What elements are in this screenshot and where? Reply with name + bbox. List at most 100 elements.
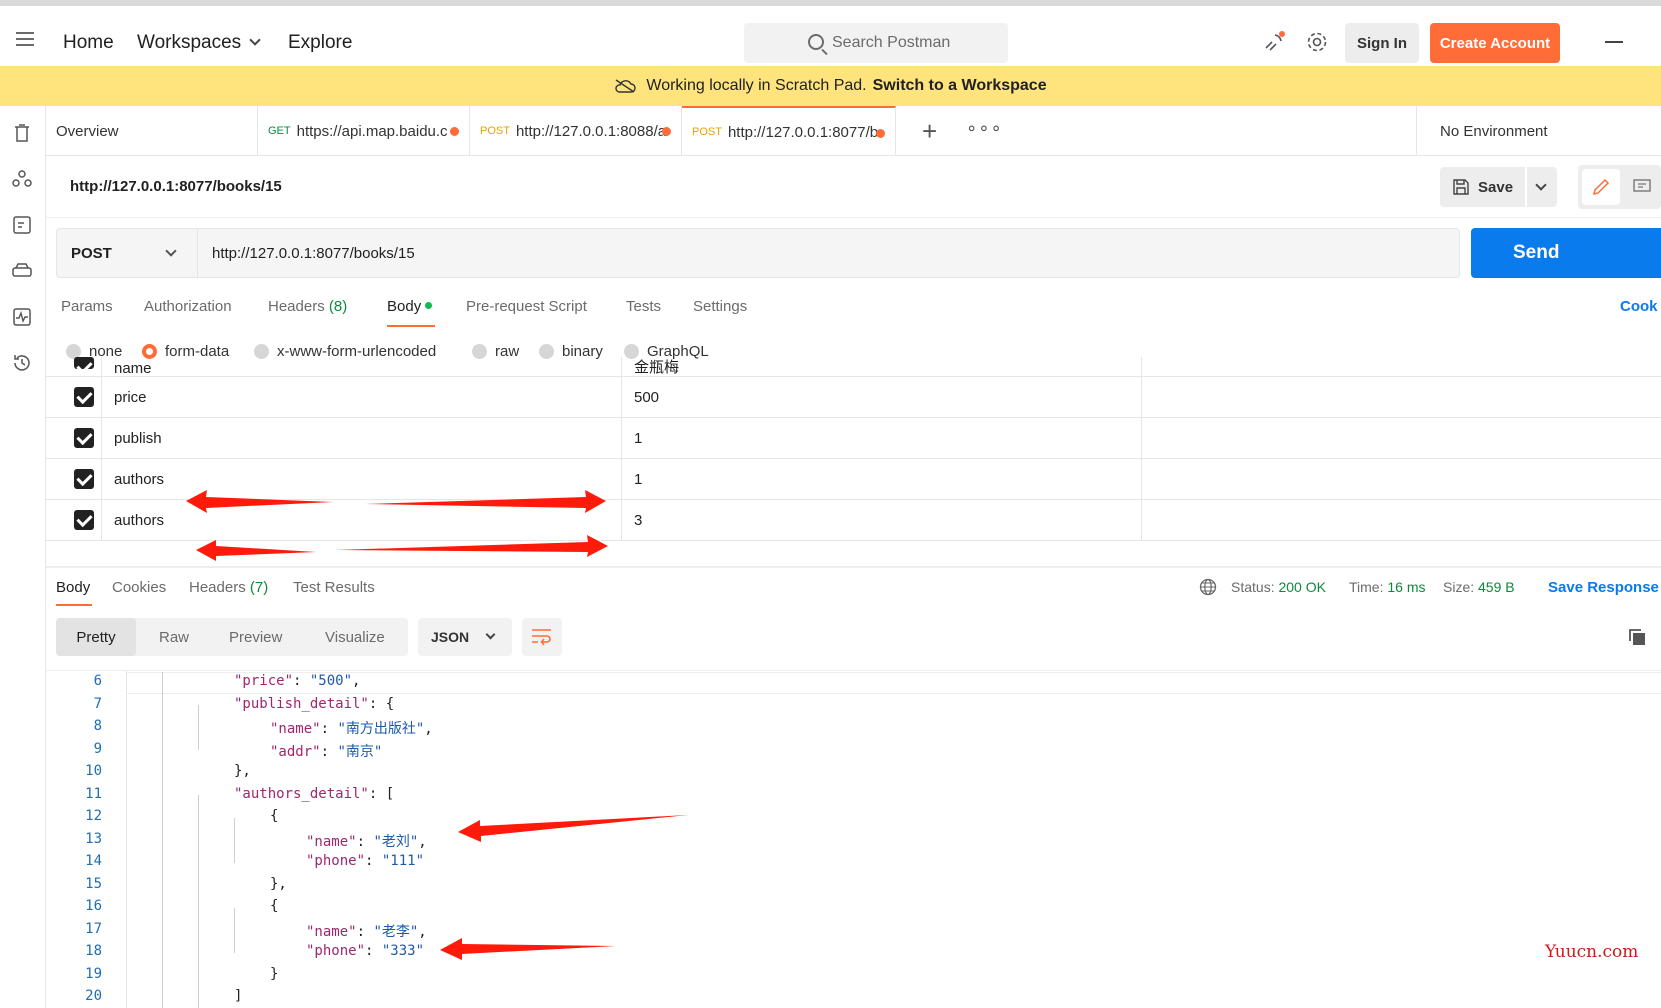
chevron-down-icon [485,629,496,640]
size-value: 459 B [1478,579,1515,595]
edit-comment-toggle [1578,165,1661,209]
tab-label: Overview [56,122,119,140]
response-headers-count: (7) [249,579,269,596]
create-account-button[interactable]: Create Account [1430,23,1560,63]
url-value: http://127.0.0.1:8077/books/15 [212,244,415,262]
search-input[interactable]: Search Postman [744,23,1008,63]
new-tab-plus-icon[interactable]: + [922,116,937,147]
nav-explore-link[interactable]: Explore [288,32,352,54]
line-number: 14 [85,853,102,869]
key-cell[interactable]: name [101,357,621,376]
tab-body[interactable]: Body [387,298,433,315]
globe-icon[interactable] [1199,578,1217,596]
url-input[interactable]: http://127.0.0.1:8077/books/15 [198,228,1460,278]
divider [46,217,1661,218]
tab-settings[interactable]: Settings [693,298,747,315]
history-icon[interactable] [11,352,33,374]
code-text: "price": "500", [234,673,361,689]
tab-headers[interactable]: Headers (8) [268,298,347,315]
wrap-lines-button[interactable] [522,618,562,656]
value-cell[interactable]: 3 [621,500,1141,541]
description-cell[interactable] [1141,500,1661,541]
nav-home-link[interactable]: Home [63,32,114,54]
code-line: 15}, [46,876,1661,899]
code-line: 17 "name": "老李", [46,921,1661,944]
description-cell[interactable] [1141,418,1661,459]
description-cell[interactable] [1141,357,1661,376]
switch-workspace-link[interactable]: Switch to a Workspace [873,77,1047,95]
line-number: 20 [85,988,102,1004]
description-cell[interactable] [1141,377,1661,418]
row-checkbox[interactable] [74,387,94,407]
code-line: 13 "name": "老刘", [46,831,1661,854]
value-cell[interactable]: 1 [621,418,1141,459]
edit-toggle-button[interactable] [1582,169,1620,205]
more-tabs-ellipsis-icon[interactable]: ∘∘∘ [966,118,1003,139]
mock-servers-icon[interactable] [11,260,33,282]
save-button[interactable]: Save [1440,167,1525,207]
key-cell[interactable]: authors [101,500,621,541]
description-cell[interactable] [1141,459,1661,500]
key-cell[interactable]: authors [101,459,621,500]
line-number: 19 [85,965,102,982]
active-tab-indicator [387,325,435,327]
view-visualize-button[interactable]: Visualize [325,618,385,656]
tab-pre-request-script[interactable]: Pre-request Script [466,298,587,315]
send-button[interactable]: Send [1471,228,1661,278]
line-number: 16 [85,898,102,914]
response-tab-cookies[interactable]: Cookies [112,579,166,596]
view-raw-button[interactable]: Raw [159,618,189,656]
tab-label: http://127.0.0.1:8088/a [515,122,667,140]
tab-post-8077-active[interactable]: POST http://127.0.0.1:8077/b [682,106,896,156]
view-pretty-button[interactable]: Pretty [56,618,136,656]
minimize-icon[interactable] [1605,41,1623,43]
save-options-dropdown[interactable] [1527,167,1557,207]
tab-tests[interactable]: Tests [626,298,661,315]
table-row: authors 3 [46,500,1661,541]
response-tab-headers[interactable]: Headers (7) [189,579,268,596]
line-number: 13 [85,830,102,847]
format-select[interactable]: JSON [418,618,512,656]
monitors-icon[interactable] [11,306,33,328]
trash-icon[interactable] [11,122,33,144]
save-response-button[interactable]: Save Response [1548,579,1659,596]
status-value: 200 OK [1278,579,1326,595]
tab-post-8088[interactable]: POST http://127.0.0.1:8088/a [470,106,682,156]
view-preview-button[interactable]: Preview [229,618,282,656]
comment-icon[interactable] [1632,177,1652,197]
response-status: Status: 200 OK [1231,579,1326,595]
tab-get-baidu[interactable]: GET https://api.map.baidu.c [258,106,470,156]
apis-icon[interactable] [11,168,33,190]
code-text: "phone": "333" [306,943,425,959]
table-row: authors 1 [46,459,1661,500]
row-checkbox[interactable] [74,469,94,489]
sign-in-button[interactable]: Sign In [1345,23,1419,63]
tab-authorization[interactable]: Authorization [144,298,232,315]
key-cell[interactable]: publish [101,418,621,459]
nav-workspaces-dropdown[interactable]: Workspaces [137,32,261,54]
row-checkbox[interactable] [74,428,94,448]
value-cell[interactable]: 500 [621,377,1141,418]
row-checkbox[interactable] [74,510,94,530]
tab-params[interactable]: Params [61,298,113,315]
satellite-sync-icon[interactable] [1262,30,1286,54]
http-method-select[interactable]: POST [56,228,198,278]
row-checkbox[interactable] [74,357,94,369]
value-cell[interactable]: 金瓶梅 [621,357,1141,376]
code-text: "publish_detail": { [234,695,395,712]
request-title[interactable]: http://127.0.0.1:8077/books/15 [70,178,282,195]
response-pane-divider[interactable] [46,566,1661,568]
unsaved-dot-icon [450,127,459,136]
cookies-link[interactable]: Cook [1620,298,1658,315]
response-tab-body[interactable]: Body [56,579,90,596]
gear-icon[interactable] [1305,30,1329,54]
value-cell[interactable]: 1 [621,459,1141,500]
tab-overview[interactable]: Overview [46,106,258,156]
key-cell[interactable]: price [101,377,621,418]
environments-icon[interactable] [11,214,33,236]
search-placeholder: Search Postman [832,34,951,51]
copy-icon[interactable] [1627,627,1647,647]
response-tab-test-results[interactable]: Test Results [293,579,375,596]
environment-selector[interactable]: No Environment [1416,106,1661,156]
hamburger-menu-icon[interactable] [16,32,34,50]
